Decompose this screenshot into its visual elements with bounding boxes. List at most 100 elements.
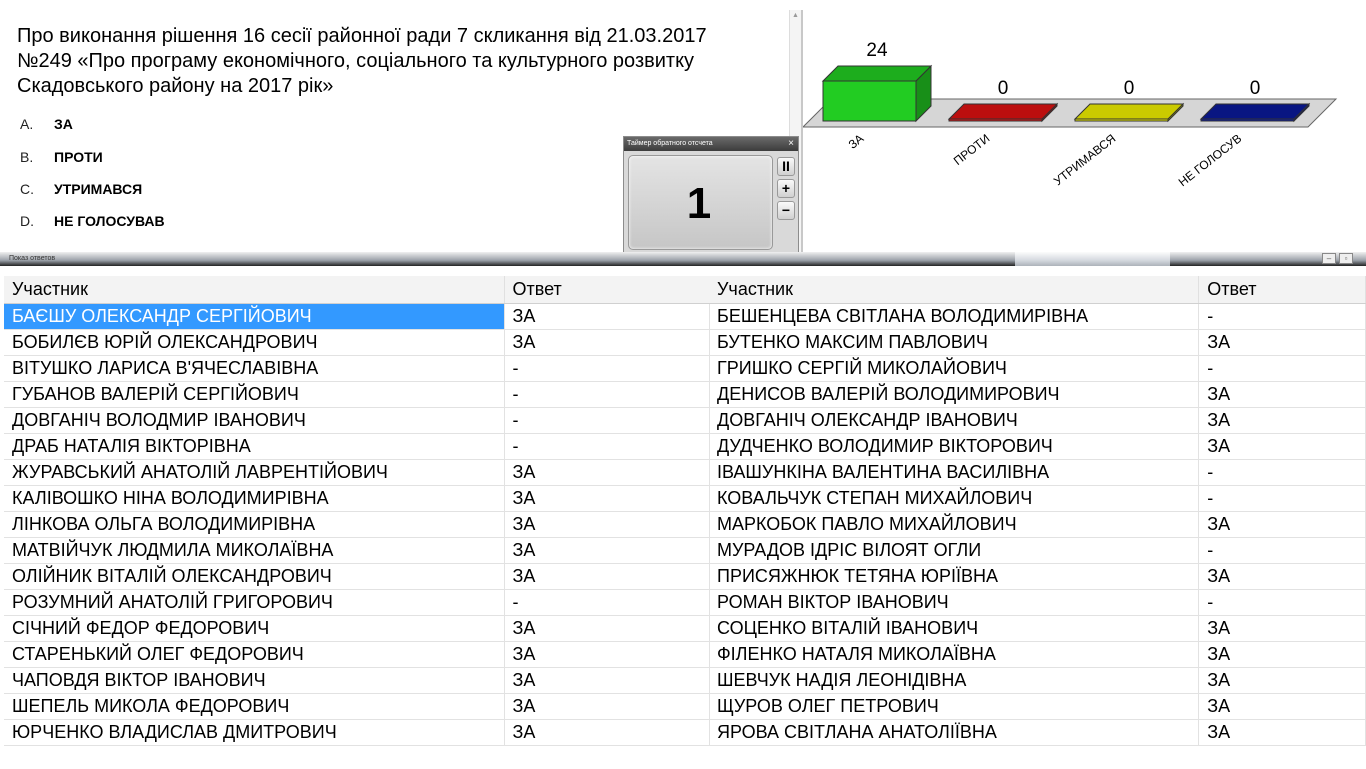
participant-name[interactable]: ФІЛЕНКО НАТАЛЯ МИКОЛАЇВНА — [709, 641, 1200, 668]
table-row[interactable]: ЮРЧЕНКО ВЛАДИСЛАВ ДМИТРОВИЧ ЗА — [4, 719, 710, 746]
participant-name[interactable]: РОЗУМНИЙ АНАТОЛІЙ ГРИГОРОВИЧ — [4, 589, 505, 616]
table-row[interactable]: ДУДЧЕНКО ВОЛОДИМИР ВІКТОРОВИЧ ЗА — [709, 433, 1366, 460]
answer-cell[interactable]: - — [1198, 537, 1366, 564]
participant-name[interactable]: ДУДЧЕНКО ВОЛОДИМИР ВІКТОРОВИЧ — [709, 433, 1200, 460]
answer-cell[interactable]: ЗА — [504, 459, 710, 486]
participant-name[interactable]: ЩУРОВ ОЛЕГ ПЕТРОВИЧ — [709, 693, 1200, 720]
participant-name[interactable]: ЧАПОВДЯ ВІКТОР ІВАНОВИЧ — [4, 667, 505, 694]
minimize-icon[interactable]: – — [1322, 253, 1336, 264]
participant-name[interactable]: ШЕВЧУК НАДІЯ ЛЕОНІДІВНА — [709, 667, 1200, 694]
answer-cell[interactable]: ЗА — [504, 615, 710, 642]
participant-name[interactable]: ДОВГАНІЧ ОЛЕКСАНДР ІВАНОВИЧ — [709, 407, 1200, 434]
table-row[interactable]: ШЕПЕЛЬ МИКОЛА ФЕДОРОВИЧ ЗА — [4, 693, 710, 720]
results-titlebar[interactable]: Показ ответов – ▫ — [0, 252, 1366, 266]
participant-name[interactable]: БОБИЛЄВ ЮРІЙ ОЛЕКСАНДРОВИЧ — [4, 329, 505, 356]
participant-name[interactable]: БЕШЕНЦЕВА СВІТЛАНА ВОЛОДИМИРІВНА — [709, 303, 1200, 330]
table-row[interactable]: ЖУРАВСЬКИЙ АНАТОЛІЙ ЛАВРЕНТІЙОВИЧ ЗА — [4, 459, 710, 486]
answer-cell[interactable]: ЗА — [504, 511, 710, 538]
participant-name[interactable]: СТАРЕНЬКИЙ ОЛЕГ ФЕДОРОВИЧ — [4, 641, 505, 668]
participant-name[interactable]: СІЧНИЙ ФЕДОР ФЕДОРОВИЧ — [4, 615, 505, 642]
participant-name[interactable]: ДОВГАНІЧ ВОЛОДМИР ІВАНОВИЧ — [4, 407, 505, 434]
table-row[interactable]: ЩУРОВ ОЛЕГ ПЕТРОВИЧ ЗА — [709, 693, 1366, 720]
table-row[interactable]: МУРАДОВ ІДРІС ВІЛОЯТ ОГЛИ - — [709, 537, 1366, 564]
participant-name[interactable]: ШЕПЕЛЬ МИКОЛА ФЕДОРОВИЧ — [4, 693, 505, 720]
answer-cell[interactable]: - — [1198, 485, 1366, 512]
answer-cell[interactable]: ЗА — [504, 641, 710, 668]
table-row[interactable]: БУТЕНКО МАКСИМ ПАВЛОВИЧ ЗА — [709, 329, 1366, 356]
participant-name[interactable]: ГРИШКО СЕРГІЙ МИКОЛАЙОВИЧ — [709, 355, 1200, 382]
table-row[interactable]: ВІТУШКО ЛАРИСА В'ЯЧЕСЛАВІВНА - — [4, 355, 710, 382]
participant-name[interactable]: БУТЕНКО МАКСИМ ПАВЛОВИЧ — [709, 329, 1200, 356]
answer-cell[interactable]: ЗА — [1198, 667, 1366, 694]
table-row[interactable]: СТАРЕНЬКИЙ ОЛЕГ ФЕДОРОВИЧ ЗА — [4, 641, 710, 668]
restore-icon[interactable]: ▫ — [1339, 253, 1353, 264]
participant-name[interactable]: КАЛІВОШКО НІНА ВОЛОДИМИРІВНА — [4, 485, 505, 512]
participant-name[interactable]: БАЄШУ ОЛЕКСАНДР СЕРГІЙОВИЧ — [4, 303, 505, 330]
answer-cell[interactable]: - — [504, 433, 710, 460]
participant-name[interactable]: КОВАЛЬЧУК СТЕПАН МИХАЙЛОВИЧ — [709, 485, 1200, 512]
answer-cell[interactable]: ЗА — [504, 563, 710, 590]
participant-name[interactable]: ДРАБ НАТАЛІЯ ВІКТОРІВНА — [4, 433, 505, 460]
answer-cell[interactable]: - — [504, 589, 710, 616]
participant-name[interactable]: ЖУРАВСЬКИЙ АНАТОЛІЙ ЛАВРЕНТІЙОВИЧ — [4, 459, 505, 486]
participant-name[interactable]: ЛІНКОВА ОЛЬГА ВОЛОДИМИРІВНА — [4, 511, 505, 538]
table-row[interactable]: ОЛІЙНИК ВІТАЛІЙ ОЛЕКСАНДРОВИЧ ЗА — [4, 563, 710, 590]
answer-cell[interactable]: ЗА — [1198, 329, 1366, 356]
pause-button[interactable]: II — [777, 157, 795, 176]
answer-cell[interactable]: ЗА — [504, 667, 710, 694]
table-row[interactable]: КОВАЛЬЧУК СТЕПАН МИХАЙЛОВИЧ - — [709, 485, 1366, 512]
table-row[interactable]: СІЧНИЙ ФЕДОР ФЕДОРОВИЧ ЗА — [4, 615, 710, 642]
scroll-up-icon[interactable]: ▲ — [792, 12, 799, 19]
participant-name[interactable]: МАТВІЙЧУК ЛЮДМИЛА МИКОЛАЇВНА — [4, 537, 505, 564]
table-row[interactable]: ПРИСЯЖНЮК ТЕТЯНА ЮРІЇВНА ЗА — [709, 563, 1366, 590]
answer-cell[interactable]: - — [504, 381, 710, 408]
answer-cell[interactable]: ЗА — [1198, 641, 1366, 668]
table-row[interactable]: БЕШЕНЦЕВА СВІТЛАНА ВОЛОДИМИРІВНА - — [709, 303, 1366, 330]
table-row[interactable]: БОБИЛЄВ ЮРІЙ ОЛЕКСАНДРОВИЧ ЗА — [4, 329, 710, 356]
answer-cell[interactable]: - — [504, 407, 710, 434]
table-row[interactable]: ФІЛЕНКО НАТАЛЯ МИКОЛАЇВНА ЗА — [709, 641, 1366, 668]
plus-button[interactable]: + — [777, 179, 795, 198]
participant-name[interactable]: ГУБАНОВ ВАЛЕРІЙ СЕРГІЙОВИЧ — [4, 381, 505, 408]
answer-cell[interactable]: ЗА — [1198, 693, 1366, 720]
answer-cell[interactable]: ЗА — [1198, 381, 1366, 408]
close-icon[interactable]: × — [788, 137, 794, 151]
column-header-answer[interactable]: Ответ — [504, 276, 710, 304]
column-header-participant[interactable]: Участник — [4, 276, 505, 304]
answer-cell[interactable]: ЗА — [504, 303, 710, 330]
answer-cell[interactable]: - — [1198, 459, 1366, 486]
answer-cell[interactable]: ЗА — [1198, 511, 1366, 538]
participant-name[interactable]: СОЦЕНКО ВІТАЛІЙ ІВАНОВИЧ — [709, 615, 1200, 642]
answer-cell[interactable]: - — [1198, 589, 1366, 616]
participant-name[interactable]: РОМАН ВІКТОР ІВАНОВИЧ — [709, 589, 1200, 616]
participant-name[interactable]: ЮРЧЕНКО ВЛАДИСЛАВ ДМИТРОВИЧ — [4, 719, 505, 746]
table-row[interactable]: ІВАШУНКІНА ВАЛЕНТИНА ВАСИЛІВНА - — [709, 459, 1366, 486]
column-header-participant[interactable]: Участник — [709, 276, 1200, 304]
table-row[interactable]: ЯРОВА СВІТЛАНА АНАТОЛІЇВНА ЗА — [709, 719, 1366, 746]
table-row[interactable]: ДОВГАНІЧ ОЛЕКСАНДР ІВАНОВИЧ ЗА — [709, 407, 1366, 434]
table-row[interactable]: РОЗУМНИЙ АНАТОЛІЙ ГРИГОРОВИЧ - — [4, 589, 710, 616]
participant-name[interactable]: МУРАДОВ ІДРІС ВІЛОЯТ ОГЛИ — [709, 537, 1200, 564]
table-row[interactable]: ЛІНКОВА ОЛЬГА ВОЛОДИМИРІВНА ЗА — [4, 511, 710, 538]
answer-cell[interactable]: ЗА — [1198, 719, 1366, 746]
table-row[interactable]: ГУБАНОВ ВАЛЕРІЙ СЕРГІЙОВИЧ - — [4, 381, 710, 408]
answer-cell[interactable]: - — [504, 355, 710, 382]
answer-cell[interactable]: ЗА — [1198, 615, 1366, 642]
table-row[interactable]: БАЄШУ ОЛЕКСАНДР СЕРГІЙОВИЧ ЗА — [4, 303, 710, 330]
participant-name[interactable]: ЯРОВА СВІТЛАНА АНАТОЛІЇВНА — [709, 719, 1200, 746]
minus-button[interactable]: − — [777, 201, 795, 220]
participant-name[interactable]: МАРКОБОК ПАВЛО МИХАЙЛОВИЧ — [709, 511, 1200, 538]
answer-cell[interactable]: ЗА — [1198, 433, 1366, 460]
answer-cell[interactable]: ЗА — [504, 329, 710, 356]
table-row[interactable]: ЧАПОВДЯ ВІКТОР ІВАНОВИЧ ЗА — [4, 667, 710, 694]
table-row[interactable]: ШЕВЧУК НАДІЯ ЛЕОНІДІВНА ЗА — [709, 667, 1366, 694]
table-row[interactable]: СОЦЕНКО ВІТАЛІЙ ІВАНОВИЧ ЗА — [709, 615, 1366, 642]
table-row[interactable]: ГРИШКО СЕРГІЙ МИКОЛАЙОВИЧ - — [709, 355, 1366, 382]
participant-name[interactable]: ОЛІЙНИК ВІТАЛІЙ ОЛЕКСАНДРОВИЧ — [4, 563, 505, 590]
table-row[interactable]: ДОВГАНІЧ ВОЛОДМИР ІВАНОВИЧ - — [4, 407, 710, 434]
participant-name[interactable]: ДЕНИСОВ ВАЛЕРІЙ ВОЛОДИМИРОВИЧ — [709, 381, 1200, 408]
participant-name[interactable]: ВІТУШКО ЛАРИСА В'ЯЧЕСЛАВІВНА — [4, 355, 505, 382]
answer-cell[interactable]: ЗА — [504, 719, 710, 746]
table-row[interactable]: МАРКОБОК ПАВЛО МИХАЙЛОВИЧ ЗА — [709, 511, 1366, 538]
timer-titlebar[interactable]: Таймер обратного отсчета × — [624, 137, 798, 151]
